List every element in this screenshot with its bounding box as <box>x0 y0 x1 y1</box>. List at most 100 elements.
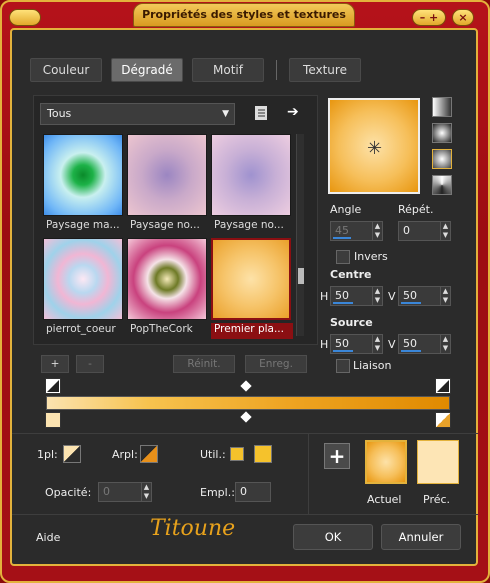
category-value: Tous <box>47 107 72 120</box>
gradient-thumb-label: Premier pla... <box>211 323 293 339</box>
category-dropdown[interactable]: Tous ▼ <box>40 103 235 125</box>
tab-couleur[interactable]: Couleur <box>30 58 102 82</box>
center-h-input[interactable]: 50 ▲ ▼ <box>330 286 383 306</box>
spinner-arrows-icon[interactable]: ▲ ▼ <box>141 483 151 501</box>
divider <box>12 514 478 515</box>
arrow-right-icon[interactable]: ➔ <box>287 104 303 120</box>
center-v-label: V <box>388 290 396 303</box>
invert-checkbox[interactable] <box>336 250 350 264</box>
spinner-arrows-icon[interactable]: ▲ ▼ <box>440 335 450 353</box>
empl-value: 0 <box>240 485 247 498</box>
gradient-thumb[interactable] <box>127 134 207 216</box>
spinner-arrows-icon[interactable]: ▲ ▼ <box>372 222 382 240</box>
foreground-swatch-icon[interactable] <box>63 445 81 463</box>
arpl-label: Arpl: <box>112 448 138 461</box>
source-h-level-bar <box>333 350 353 352</box>
invert-label[interactable]: Invers <box>354 250 388 263</box>
center-label: Centre <box>330 268 372 281</box>
previous-label: Préc. <box>423 493 451 506</box>
divider <box>308 434 309 514</box>
rectangular-style-icon[interactable] <box>432 123 452 143</box>
signature-logo: Titoune <box>150 516 236 541</box>
end-color-stop-icon[interactable] <box>435 412 451 428</box>
spinner-arrows-icon[interactable]: ▲ ▼ <box>440 287 450 305</box>
cancel-button[interactable]: Annuler <box>381 524 461 550</box>
angle-input[interactable]: 45 ▲ ▼ <box>330 221 383 241</box>
gradient-strip[interactable] <box>46 396 450 410</box>
gradient-preview[interactable]: ✳ <box>328 98 420 194</box>
color-stop-marker-icon[interactable] <box>45 378 61 394</box>
source-h-input[interactable]: 50 ▲ ▼ <box>330 334 383 354</box>
current-label: Actuel <box>367 493 402 506</box>
angle-level-bar <box>333 237 351 239</box>
opacity-label: Opacité: <box>45 486 92 499</box>
spinner-arrows-icon[interactable]: ▲ ▼ <box>372 335 382 353</box>
window-menu-button[interactable] <box>9 9 41 26</box>
source-h-value: 50 <box>335 337 349 350</box>
gradient-thumb[interactable] <box>43 238 123 320</box>
link-checkbox[interactable] <box>336 359 350 373</box>
gradient-thumb-selected[interactable] <box>211 238 291 320</box>
gradient-thumb[interactable] <box>127 238 207 320</box>
spinner-arrows-icon[interactable]: ▲ ▼ <box>440 222 450 240</box>
empl-input[interactable]: 0 <box>235 482 271 502</box>
divider <box>12 433 478 434</box>
gradient-thumb-label: Paysage ma... <box>46 219 120 231</box>
remove-gradient-button[interactable]: - <box>76 355 104 373</box>
opacity-stop-marker-icon[interactable] <box>435 378 451 394</box>
tab-motif[interactable]: Motif <box>192 58 264 82</box>
center-h-label: H <box>320 290 329 303</box>
close-button[interactable]: × <box>452 9 474 26</box>
used-color-swatch-icon[interactable] <box>230 447 244 461</box>
source-h-label: H <box>320 338 329 351</box>
repeat-value: 0 <box>403 224 410 237</box>
start-color-stop-icon[interactable] <box>45 412 61 428</box>
center-marker-icon[interactable]: ✳ <box>367 138 382 159</box>
ok-button[interactable]: OK <box>293 524 373 550</box>
spinner-arrows-icon[interactable]: ▲ ▼ <box>372 287 382 305</box>
minimize-maximize-buttons[interactable]: – + <box>412 9 446 26</box>
radial-style-icon[interactable] <box>432 149 452 169</box>
tab-divider <box>276 60 277 80</box>
gradient-thumb-label: PopTheCork <box>130 323 193 335</box>
gallery-scrollbar[interactable] <box>296 134 304 336</box>
tab-degrade[interactable]: Dégradé <box>111 58 183 82</box>
library-icon[interactable] <box>253 104 269 122</box>
angle-label: Angle <box>330 203 362 216</box>
window-title: Propriétés des styles et textures <box>133 3 355 27</box>
scrollbar-thumb[interactable] <box>298 268 304 284</box>
used-color-swatch-large-icon[interactable] <box>254 445 272 463</box>
source-v-input[interactable]: 50 ▲ ▼ <box>398 334 451 354</box>
gradient-thumb-label: pierrot_coeur <box>46 323 116 335</box>
reset-button[interactable]: Réinit. <box>173 355 235 373</box>
previous-style-swatch[interactable] <box>417 440 459 484</box>
center-v-level-bar <box>401 302 421 304</box>
angle-value: 45 <box>335 224 349 237</box>
help-link[interactable]: Aide <box>36 531 60 544</box>
current-style-swatch[interactable] <box>365 440 407 484</box>
source-v-label: V <box>388 338 396 351</box>
linear-style-icon[interactable] <box>432 97 452 117</box>
gradient-thumb-label: Paysage no... <box>214 219 284 231</box>
tab-texture[interactable]: Texture <box>289 58 361 82</box>
gradient-thumb[interactable] <box>43 134 123 216</box>
opacity-value: 0 <box>103 485 110 498</box>
link-label[interactable]: Liaison <box>353 359 391 372</box>
repeat-input[interactable]: 0 ▲ ▼ <box>398 221 451 241</box>
chevron-down-icon: ▼ <box>222 109 229 119</box>
conic-style-icon[interactable] <box>432 175 452 195</box>
save-gradient-button[interactable]: Enreg. <box>245 355 307 373</box>
source-v-value: 50 <box>403 337 417 350</box>
center-h-value: 50 <box>335 289 349 302</box>
util-label: Util.: <box>200 448 226 461</box>
center-v-value: 50 <box>403 289 417 302</box>
background-swatch-icon[interactable] <box>140 445 158 463</box>
source-label: Source <box>330 316 373 329</box>
gradient-thumb[interactable] <box>211 134 291 216</box>
ipl-label: 1pl: <box>37 448 58 461</box>
center-v-input[interactable]: 50 ▲ ▼ <box>398 286 451 306</box>
opacity-input[interactable]: 0 ▲ ▼ <box>98 482 152 502</box>
center-h-level-bar <box>333 302 353 304</box>
add-gradient-button[interactable]: + <box>41 355 69 373</box>
add-to-palette-button[interactable]: + <box>324 443 350 469</box>
